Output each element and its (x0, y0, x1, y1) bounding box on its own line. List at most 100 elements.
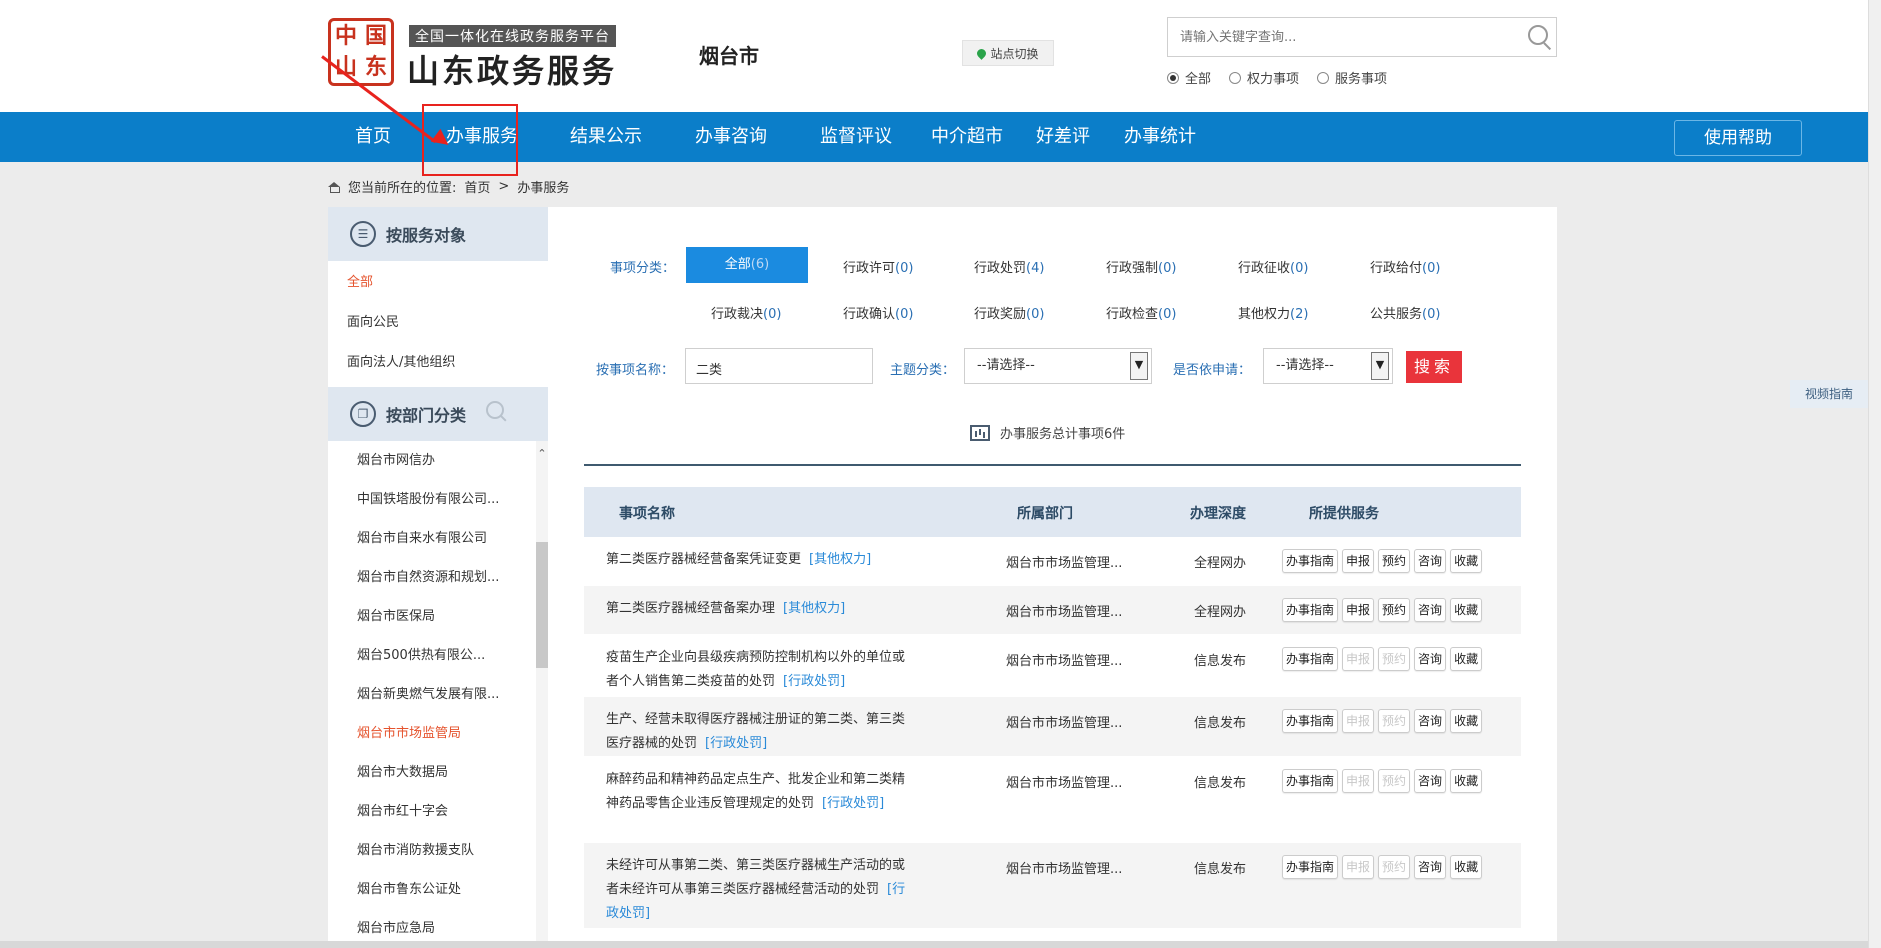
book-button[interactable]: 预约 (1378, 598, 1411, 622)
apply-button-disabled: 申报 (1342, 709, 1375, 733)
consult-button[interactable]: 咨询 (1414, 598, 1447, 622)
video-guide-button[interactable]: 视频指南 (1790, 380, 1868, 408)
dept-item[interactable]: 烟台市应急局 (328, 909, 548, 941)
category-item[interactable]: 公共服务(0) (1370, 303, 1440, 322)
consult-button[interactable]: 咨询 (1414, 709, 1447, 733)
item-dept: 烟台市市场监管理... (1006, 654, 1123, 669)
item-name-link[interactable]: 疫苗生产企业向县级疾病预防控制机构以外的单位或者个人销售第二类疫苗的处罚 (606, 650, 905, 689)
favorite-button[interactable]: 收藏 (1450, 549, 1483, 573)
item-depth: 信息发布 (1194, 716, 1247, 731)
item-dept: 烟台市市场监管理... (1006, 862, 1123, 877)
radio-service[interactable]: 服务事项 (1317, 68, 1387, 87)
search-input[interactable] (1180, 29, 1522, 45)
name-filter-input[interactable]: 二类 (685, 348, 873, 384)
apply-button[interactable]: 申报 (1342, 549, 1375, 573)
nav-results[interactable]: 结果公示 (570, 112, 642, 162)
bottom-edge (0, 941, 1868, 948)
radio-all[interactable]: 全部 (1167, 68, 1211, 87)
site-switch-button[interactable]: 站点切换 (962, 40, 1054, 66)
guide-button[interactable]: 办事指南 (1282, 598, 1339, 622)
category-count: (0) (1026, 307, 1045, 322)
item-name: 第二类医疗器械经营备案凭证变更 [其他权力] (606, 548, 906, 572)
dept-item-active[interactable]: 烟台市市场监管局 (328, 714, 548, 753)
breadcrumb: 您当前所在的位置: 首页 > 办事服务 (328, 177, 569, 196)
nav-statistics[interactable]: 办事统计 (1124, 112, 1196, 162)
breadcrumb-home[interactable]: 首页 (464, 177, 490, 196)
category-all[interactable]: 全部(6) (686, 247, 808, 283)
apply-button[interactable]: 申报 (1342, 598, 1375, 622)
dept-scrollbar[interactable] (536, 441, 548, 941)
favorite-button[interactable]: 收藏 (1450, 709, 1483, 733)
favorite-button[interactable]: 收藏 (1450, 647, 1483, 671)
favorite-button[interactable]: 收藏 (1450, 855, 1483, 879)
dept-item[interactable]: 烟台新奥燃气发展有限... (328, 675, 548, 714)
favorite-button[interactable]: 收藏 (1450, 769, 1483, 793)
category-count: (0) (1422, 307, 1441, 322)
dept-item[interactable]: 烟台市医保局 (328, 597, 548, 636)
sidebar-item-citizen[interactable]: 面向公民 (328, 303, 548, 343)
nav-supervision[interactable]: 监督评议 (820, 112, 892, 162)
search-button[interactable]: 搜索 (1406, 351, 1462, 383)
radio-power[interactable]: 权力事项 (1229, 68, 1299, 87)
favorite-button[interactable]: 收藏 (1450, 598, 1483, 622)
help-button[interactable]: 使用帮助 (1674, 120, 1802, 156)
logo-seal[interactable]: 中 国 山 东 (328, 18, 394, 86)
category-item[interactable]: 行政征收(0) (1238, 257, 1308, 276)
location-pin-icon (975, 46, 989, 60)
dept-item[interactable]: 中国铁塔股份有限公司... (328, 480, 548, 519)
consult-button[interactable]: 咨询 (1414, 769, 1447, 793)
dept-item[interactable]: 烟台市大数据局 (328, 753, 548, 792)
dept-item[interactable]: 烟台市消防救援支队 (328, 831, 548, 870)
nav-consult[interactable]: 办事咨询 (695, 112, 767, 162)
consult-button[interactable]: 咨询 (1414, 855, 1447, 879)
radio-dot (1317, 71, 1330, 84)
sidebar-item-legal-person[interactable]: 面向法人/其他组织 (328, 343, 548, 383)
sidebar-target-title: 按服务对象 (386, 226, 467, 245)
theme-select-value: --请选择-- (977, 358, 1035, 373)
category-item[interactable]: 行政许可(0) (843, 257, 913, 276)
guide-button[interactable]: 办事指南 (1282, 647, 1339, 671)
nav-home[interactable]: 首页 (355, 112, 391, 162)
dept-item[interactable]: 烟台市自然资源和规划... (328, 558, 548, 597)
guide-button[interactable]: 办事指南 (1282, 549, 1339, 573)
category-item[interactable]: 行政奖励(0) (974, 303, 1044, 322)
category-item[interactable]: 其他权力(2) (1238, 303, 1308, 322)
category-item[interactable]: 行政给付(0) (1370, 257, 1440, 276)
logo-title[interactable]: 山东政务服务 (407, 46, 617, 92)
item-name-link[interactable]: 未经许可从事第二类、第三类医疗器械生产活动的或者未经许可从事第三类医疗器械经营活… (606, 858, 905, 897)
main-panel: 事项分类： 全部(6) 行政许可(0) 行政处罚(4) 行政强制(0) 行政征收… (548, 207, 1557, 948)
seal-char: 国 (364, 23, 387, 49)
item-tag: [行政处罚] (705, 736, 768, 751)
guide-button[interactable]: 办事指南 (1282, 769, 1339, 793)
theme-select[interactable]: --请选择-- ▼ (964, 348, 1152, 384)
scrollbar-thumb[interactable] (536, 542, 548, 668)
dept-item[interactable]: 烟台市自来水有限公司 (328, 519, 548, 558)
page-scrollbar[interactable] (1868, 0, 1881, 948)
category-item[interactable]: 行政处罚(4) (974, 257, 1044, 276)
search-icon[interactable] (1522, 20, 1556, 54)
chevron-up-icon[interactable]: ⌃ (536, 447, 548, 461)
nav-rating[interactable]: 好差评 (1036, 112, 1090, 162)
nav-agency-market[interactable]: 中介超市 (931, 112, 1003, 162)
category-item[interactable]: 行政强制(0) (1106, 257, 1176, 276)
dept-item[interactable]: 烟台市鲁东公证处 (328, 870, 548, 909)
dept-item[interactable]: 烟台市网信办 (328, 441, 548, 480)
dept-search-icon[interactable] (486, 401, 508, 423)
dept-item[interactable]: 烟台市红十字会 (328, 792, 548, 831)
apply-select[interactable]: --请选择-- ▼ (1263, 348, 1393, 384)
category-item[interactable]: 行政确认(0) (843, 303, 913, 322)
breadcrumb-separator: > (498, 179, 510, 194)
book-button[interactable]: 预约 (1378, 549, 1411, 573)
dept-list[interactable]: 烟台市网信办 中国铁塔股份有限公司... 烟台市自来水有限公司 烟台市自然资源和… (328, 441, 548, 941)
dept-item[interactable]: 烟台500供热有限公... (328, 636, 548, 675)
item-name-link[interactable]: 第二类医疗器械经营备案凭证变更 (606, 552, 801, 567)
consult-button[interactable]: 咨询 (1414, 549, 1447, 573)
consult-button[interactable]: 咨询 (1414, 647, 1447, 671)
sidebar-item-all[interactable]: 全部 (328, 263, 548, 303)
category-item[interactable]: 行政裁决(0) (711, 303, 781, 322)
radio-label: 全部 (1185, 72, 1212, 87)
guide-button[interactable]: 办事指南 (1282, 709, 1339, 733)
guide-button[interactable]: 办事指南 (1282, 855, 1339, 879)
category-item[interactable]: 行政检查(0) (1106, 303, 1176, 322)
item-name-link[interactable]: 第二类医疗器械经营备案办理 (606, 601, 775, 616)
